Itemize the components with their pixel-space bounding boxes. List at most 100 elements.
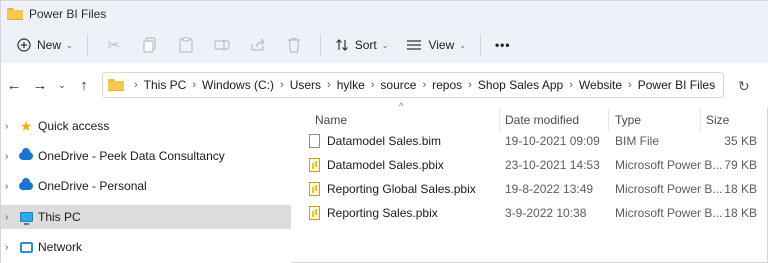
file-row[interactable]: Reporting Global Sales.pbix 19-8-2022 13… xyxy=(299,177,768,201)
file-row[interactable]: Reporting Sales.pbix 3-9-2022 10:38 Micr… xyxy=(299,201,768,225)
sort-icon xyxy=(335,39,348,51)
column-divider[interactable] xyxy=(608,109,609,131)
column-divider[interactable] xyxy=(499,109,500,131)
nav-item-quick-access[interactable]: › ★ Quick access xyxy=(1,114,291,138)
breadcrumb-item[interactable]: Windows (C:) xyxy=(202,78,274,92)
file-row[interactable]: Datamodel Sales.bim 19-10-2021 09:09 BIM… xyxy=(299,129,768,153)
breadcrumb-item[interactable]: This PC xyxy=(144,78,187,92)
nav-item-network[interactable]: › Network xyxy=(1,235,291,259)
delete-icon[interactable] xyxy=(284,35,304,55)
file-type: BIM File xyxy=(615,134,660,148)
file-name: Datamodel Sales.bim xyxy=(327,134,442,148)
breadcrumb-item[interactable]: Users xyxy=(290,78,321,92)
chevron-right-icon: › xyxy=(370,79,375,91)
title-bar: Power BI Files xyxy=(1,1,768,27)
explorer-window: Power BI Files New ⌄ ✂ Sort ⌄ View ⌄ •••… xyxy=(0,0,768,263)
back-arrow-icon[interactable]: ← xyxy=(1,72,27,98)
toolbar-divider xyxy=(479,34,481,56)
network-icon xyxy=(19,240,33,254)
window-title: Power BI Files xyxy=(29,7,107,21)
file-name: Reporting Global Sales.pbix xyxy=(327,182,476,196)
chevron-right-icon: › xyxy=(628,79,632,91)
column-header-date[interactable]: Date modified xyxy=(505,109,605,131)
cut-icon[interactable]: ✂ xyxy=(104,35,124,55)
recent-locations-chevron-icon[interactable]: ⌄ xyxy=(53,72,71,98)
nav-item-label: OneDrive - Peek Data Consultancy xyxy=(38,149,225,163)
copy-icon[interactable] xyxy=(140,35,160,55)
breadcrumb-item[interactable]: hylke xyxy=(337,78,365,92)
file-date: 19-8-2022 13:49 xyxy=(505,182,594,196)
folder-icon xyxy=(7,8,23,20)
file-name-cell: Reporting Global Sales.pbix xyxy=(309,177,476,201)
nav-item-label: OneDrive - Personal xyxy=(38,179,147,193)
folder-icon xyxy=(108,79,124,91)
file-name-cell: Reporting Sales.pbix xyxy=(309,201,438,225)
breadcrumb-item[interactable]: source xyxy=(380,78,416,92)
nav-item-label: Quick access xyxy=(38,119,110,133)
cloud-icon xyxy=(19,148,33,163)
chevron-down-icon: ⌄ xyxy=(66,40,73,50)
more-options-button[interactable]: ••• xyxy=(489,31,517,59)
plus-circle-icon xyxy=(17,38,31,52)
file-name: Datamodel Sales.pbix xyxy=(327,158,444,172)
breadcrumb-item[interactable]: Website xyxy=(579,78,622,92)
file-row[interactable]: Datamodel Sales.pbix 23-10-2021 14:53 Mi… xyxy=(299,153,768,177)
navigation-pane: › ★ Quick access › OneDrive - Peek Data … xyxy=(1,107,291,263)
file-date: 3-9-2022 10:38 xyxy=(505,206,587,220)
chevron-right-icon[interactable]: › xyxy=(5,242,19,253)
view-button[interactable]: View ⌄ xyxy=(400,31,472,59)
file-name-cell: Datamodel Sales.pbix xyxy=(309,153,444,177)
computer-icon xyxy=(19,210,33,225)
chevron-right-icon: › xyxy=(134,79,138,91)
nav-item-label: This PC xyxy=(38,210,81,224)
sort-label: Sort xyxy=(354,38,377,52)
pbix-file-icon xyxy=(309,182,320,196)
new-button[interactable]: New ⌄ xyxy=(11,31,79,59)
paste-icon[interactable] xyxy=(176,35,196,55)
forward-arrow-icon[interactable]: → xyxy=(27,72,53,98)
file-size: 79 KB xyxy=(724,158,757,172)
sort-button[interactable]: Sort ⌄ xyxy=(329,31,395,59)
pbix-file-icon xyxy=(309,206,320,220)
breadcrumb-item[interactable]: Power BI Files xyxy=(638,78,715,92)
chevron-down-icon: ⌄ xyxy=(381,40,389,50)
file-size: 18 KB xyxy=(724,206,757,220)
file-name-cell: Datamodel Sales.bim xyxy=(309,129,441,153)
new-label: New xyxy=(37,38,62,52)
nav-item-onedrive-peek[interactable]: › OneDrive - Peek Data Consultancy xyxy=(1,144,291,168)
file-size: 18 KB xyxy=(724,182,757,196)
bim-file-icon xyxy=(309,134,320,148)
file-date: 19-10-2021 09:09 xyxy=(505,134,600,148)
breadcrumb-item[interactable]: repos xyxy=(432,78,462,92)
up-arrow-icon[interactable]: ↑ xyxy=(71,72,97,98)
chevron-right-icon[interactable]: › xyxy=(5,121,19,132)
refresh-icon[interactable]: ↻ xyxy=(738,78,750,95)
chevron-right-icon: › xyxy=(468,79,472,91)
column-header-type[interactable]: Type xyxy=(615,109,695,131)
chevron-right-icon[interactable]: › xyxy=(5,181,19,192)
nav-item-this-pc[interactable]: › This PC xyxy=(1,205,291,229)
rename-icon[interactable] xyxy=(212,35,232,55)
nav-item-onedrive-personal[interactable]: › OneDrive - Personal xyxy=(1,174,291,198)
chevron-right-icon[interactable]: › xyxy=(5,212,19,223)
chevron-right-icon: › xyxy=(192,79,197,91)
nav-item-label: Network xyxy=(38,240,83,254)
column-divider[interactable] xyxy=(700,109,701,131)
column-header-name[interactable]: Name xyxy=(315,109,495,131)
chevron-right-icon: › xyxy=(327,79,331,91)
chevron-down-icon: ⌄ xyxy=(459,40,466,50)
address-history-chevron-icon[interactable]: ⌄ xyxy=(709,79,717,90)
chevron-right-icon: › xyxy=(422,79,427,91)
column-header-size[interactable]: Size xyxy=(706,109,756,131)
command-bar: New ⌄ ✂ Sort ⌄ View ⌄ ••• xyxy=(1,27,768,63)
address-bar[interactable]: › This PC › Windows (C:) › Users › hylke… xyxy=(102,72,724,98)
toolbar-divider xyxy=(86,34,88,56)
view-icon xyxy=(407,40,422,50)
chevron-right-icon: › xyxy=(280,79,284,91)
breadcrumb-item[interactable]: Shop Sales App xyxy=(478,78,563,92)
chevron-right-icon[interactable]: › xyxy=(5,151,19,162)
file-date: 23-10-2021 14:53 xyxy=(505,158,600,172)
share-icon[interactable] xyxy=(248,35,268,55)
star-icon: ★ xyxy=(19,118,33,134)
chevron-right-icon: › xyxy=(569,79,573,91)
